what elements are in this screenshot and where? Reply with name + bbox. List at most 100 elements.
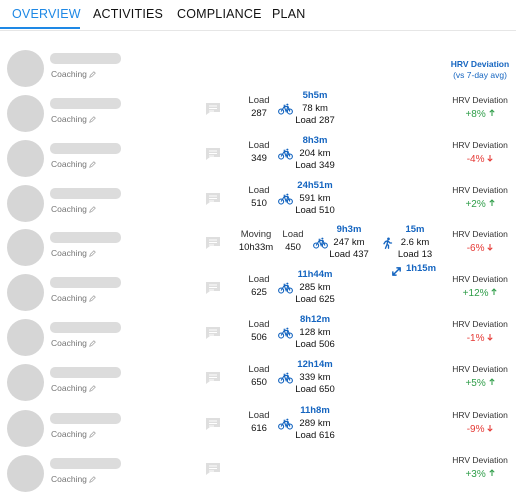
athlete-row[interactable]: Coaching Load 510 24h51m 591 km Load 510 HRV D… [0, 180, 516, 227]
arrow-up-icon [488, 469, 495, 480]
comment-icon[interactable] [205, 281, 221, 295]
run-activity-summary[interactable]: 15m 2.6 km Load 13 [396, 224, 434, 262]
comment-icon[interactable] [205, 147, 221, 161]
comment-icon[interactable] [205, 462, 221, 476]
athlete-name-redacted[interactable] [50, 53, 121, 64]
coaching-label[interactable]: Coaching [51, 159, 96, 170]
athlete-name-redacted[interactable] [50, 98, 121, 109]
avatar[interactable] [7, 140, 44, 177]
avatar[interactable] [7, 185, 44, 222]
hrv-deviation-value: -9% [446, 423, 514, 437]
hrv-deviation: HRV Deviation -4% [446, 140, 514, 167]
load-summary: Load 506 [248, 319, 270, 343]
pencil-icon[interactable] [89, 160, 96, 170]
bike-activity-summary[interactable]: 9h3m 247 km Load 437 [328, 224, 370, 262]
comment-icon[interactable] [205, 236, 221, 250]
hrv-deviation-value: -1% [446, 332, 514, 346]
athlete-row[interactable]: Coaching Load 506 8h12m 128 km Load 506 HRV De… [0, 314, 516, 361]
hrv-deviation-value: +12% [446, 287, 514, 301]
load-summary: Load 287 [248, 95, 270, 119]
bike-activity-summary[interactable]: 8h12m 128 km Load 506 [293, 314, 337, 352]
bike-icon [278, 192, 293, 205]
pencil-icon[interactable] [89, 430, 96, 440]
bike-icon [278, 102, 293, 115]
tab-overview[interactable]: OVERVIEW [12, 7, 81, 21]
bike-activity-summary[interactable]: 8h3m 204 km Load 349 [293, 135, 337, 173]
avatar[interactable] [7, 95, 44, 132]
athlete-row[interactable]: Coaching Load 349 8h3m 204 km Load 349 HRV Dev… [0, 135, 516, 182]
athlete-row[interactable]: Coaching Load 650 12h14m 339 km Load 650 HRV D… [0, 359, 516, 406]
arrow-down-icon [487, 333, 493, 344]
athlete-name-redacted[interactable] [50, 322, 121, 333]
tab-plan[interactable]: PLAN [272, 7, 305, 21]
coaching-label[interactable]: Coaching [51, 69, 96, 80]
hrv-deviation-value: +5% [446, 377, 514, 391]
coaching-label[interactable]: Coaching [51, 429, 96, 440]
bike-activity-summary[interactable]: 11h8m 289 km Load 616 [293, 405, 337, 443]
athlete-name-redacted[interactable] [50, 458, 121, 469]
athlete-name-redacted[interactable] [50, 413, 121, 424]
athlete-row[interactable]: Coaching Load 616 11h8m 289 km Load 616 HRV De… [0, 405, 516, 452]
avatar[interactable] [7, 410, 44, 447]
bike-icon [278, 417, 293, 430]
bike-activity-summary[interactable]: 12h14m 339 km Load 650 [293, 359, 337, 397]
comment-icon[interactable] [205, 192, 221, 206]
hrv-deviation: HRV Deviation +12% [446, 274, 514, 301]
tab-compliance[interactable]: COMPLIANCE [177, 7, 262, 21]
arrow-down-icon [487, 424, 493, 435]
load-summary: Load 510 [248, 185, 270, 209]
coaching-label[interactable]: Coaching [51, 338, 96, 349]
hrv-deviation: HRV Deviation +8% [446, 95, 514, 122]
bike-activity-summary[interactable]: 24h51m 591 km Load 510 [293, 180, 337, 218]
pencil-icon[interactable] [89, 249, 96, 259]
coaching-label[interactable]: Coaching [51, 114, 96, 125]
hrv-deviation: HRV Deviation -9% [446, 410, 514, 437]
pencil-icon[interactable] [89, 475, 96, 485]
coaching-label[interactable]: Coaching [51, 204, 96, 215]
comment-icon[interactable] [205, 417, 221, 431]
bike-activity-summary[interactable]: 11h44m 285 km Load 625 [293, 269, 337, 307]
bike-icon [278, 371, 293, 384]
athlete-name-redacted[interactable] [50, 188, 121, 199]
pencil-icon[interactable] [89, 115, 96, 125]
pencil-icon[interactable] [89, 205, 96, 215]
pencil-icon[interactable] [89, 384, 96, 394]
avatar[interactable] [7, 50, 44, 87]
hrv-deviation: HRV Deviation -6% [446, 229, 514, 256]
athlete-row[interactable]: Coaching HRV Deviation +3% [0, 452, 516, 497]
athlete-row[interactable]: Coaching Load 287 5h5m 78 km Load 287 HRV Devi… [0, 90, 516, 137]
bike-icon [278, 281, 293, 294]
load-summary: Load 349 [248, 140, 270, 164]
coaching-label[interactable]: Coaching [51, 293, 96, 304]
avatar[interactable] [7, 274, 44, 311]
coaching-label[interactable]: Coaching [51, 474, 96, 485]
coaching-label[interactable]: Coaching [51, 248, 96, 259]
arrow-down-icon [487, 154, 493, 165]
hrv-deviation: HRV Deviation -1% [446, 319, 514, 346]
comment-icon[interactable] [205, 371, 221, 385]
pencil-icon[interactable] [89, 294, 96, 304]
athlete-row[interactable]: Coaching [0, 47, 516, 92]
hrv-deviation: HRV Deviation +3% [446, 455, 514, 482]
avatar[interactable] [7, 229, 44, 266]
comment-icon[interactable] [205, 102, 221, 116]
athlete-name-redacted[interactable] [50, 232, 121, 243]
athlete-row[interactable]: Coaching Moving 10h33m Load 450 9h3m 247 km Loa… [0, 224, 516, 276]
pencil-icon[interactable] [89, 339, 96, 349]
coaching-label[interactable]: Coaching [51, 383, 96, 394]
load-summary: Load 616 [248, 410, 270, 434]
pencil-icon[interactable] [89, 70, 96, 80]
athlete-name-redacted[interactable] [50, 277, 121, 288]
tab-activities[interactable]: ACTIVITIES [93, 7, 163, 21]
athlete-row[interactable]: Coaching Load 625 11h44m 285 km Load 625 HRV D… [0, 269, 516, 316]
bike-activity-summary[interactable]: 5h5m 78 km Load 287 [293, 90, 337, 128]
avatar[interactable] [7, 364, 44, 401]
athlete-name-redacted[interactable] [50, 367, 121, 378]
avatar[interactable] [7, 455, 44, 492]
arrow-up-icon [491, 288, 497, 299]
comment-icon[interactable] [205, 326, 221, 340]
hrv-deviation-value: +2% [446, 198, 514, 212]
avatar[interactable] [7, 319, 44, 356]
arrow-down-icon [487, 243, 493, 254]
athlete-name-redacted[interactable] [50, 143, 121, 154]
